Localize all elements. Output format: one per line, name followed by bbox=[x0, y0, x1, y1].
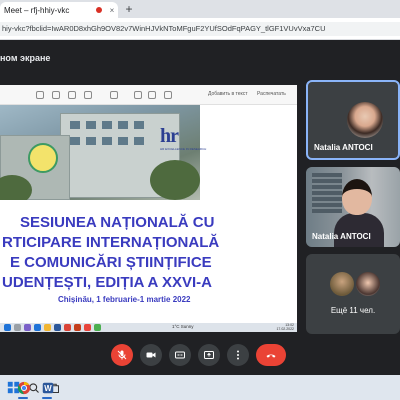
video-background-window bbox=[312, 173, 342, 213]
app-icon bbox=[94, 324, 101, 331]
building-window bbox=[86, 121, 96, 129]
leave-call-button[interactable] bbox=[256, 344, 286, 366]
chrome-icon bbox=[64, 324, 71, 331]
university-emblem-icon bbox=[28, 143, 58, 173]
print-label[interactable]: Распечатать bbox=[257, 91, 286, 97]
browser-tab-bar: Meet – rfj-hhiy-vkc × + bbox=[0, 0, 400, 18]
browser-tab-meet[interactable]: Meet – rfj-hhiy-vkc × bbox=[0, 2, 118, 18]
page-view-icon[interactable] bbox=[134, 91, 142, 99]
captions-button[interactable] bbox=[169, 344, 191, 366]
edge-icon bbox=[34, 324, 41, 331]
building-window bbox=[102, 121, 112, 129]
camera-icon bbox=[146, 352, 156, 358]
hr-logo-letters: hr bbox=[160, 125, 179, 147]
slide-title-line: E COMUNICĂRI ȘTIINȚIFICE bbox=[10, 254, 212, 271]
windows-start-icon bbox=[4, 324, 11, 331]
participant-avatar-mini bbox=[330, 272, 354, 296]
shared-screen-taskbar: 1°C Sunny 13:02 17.02.2022 bbox=[0, 323, 297, 332]
building-window bbox=[86, 137, 96, 145]
tab-title: Meet – rfj-hhiy-vkc bbox=[4, 5, 70, 15]
draw-text-label[interactable]: Добавить в текст bbox=[208, 91, 248, 97]
new-tab-button[interactable]: + bbox=[122, 2, 136, 16]
slide-title: SESIUNEA NAȚIONALĂ CU RTICIPARE INTERNAȚ… bbox=[0, 213, 240, 293]
zoom-tool-icon[interactable] bbox=[110, 91, 118, 99]
chrome-active-indicator bbox=[18, 397, 28, 399]
close-tab-icon[interactable]: × bbox=[106, 6, 118, 15]
eraser-tool-icon[interactable] bbox=[84, 91, 92, 99]
building-window bbox=[134, 137, 144, 145]
text-tool-icon[interactable] bbox=[68, 91, 76, 99]
present-screen-button[interactable] bbox=[198, 344, 220, 366]
presentation-banner: ном экране bbox=[0, 40, 400, 78]
hang-up-icon bbox=[266, 354, 276, 358]
chrome-app[interactable] bbox=[16, 380, 31, 395]
slide-title-line: SESIUNEA NAȚIONALĂ CU bbox=[20, 214, 215, 231]
pen-tool-icon[interactable] bbox=[36, 91, 44, 99]
more-participants-tile[interactable]: Ещё 11 чел. bbox=[306, 254, 400, 334]
presented-screen[interactable]: Добавить в текст Распечатать hr HR EXCEL… bbox=[0, 85, 297, 332]
video-person-face bbox=[342, 179, 372, 215]
url-field[interactable]: hiy-vkc?fbclid=IwAR0D8xhGh9OV82v7WinHJVk… bbox=[0, 22, 400, 36]
slide-title-line: RTICIPARE INTERNAȚIONALĂ bbox=[2, 234, 220, 251]
video-person-body bbox=[334, 213, 384, 247]
more-vert-icon bbox=[237, 350, 239, 360]
weather-text: 1°C Sunny bbox=[172, 324, 194, 329]
participant-name: Natalia ANTOCI bbox=[314, 143, 373, 152]
slide-date: Chișinău, 1 februarie-1 martie 2022 bbox=[58, 295, 191, 304]
explorer-icon bbox=[44, 324, 51, 331]
banner-text: ном экране bbox=[0, 53, 51, 63]
slide-content: hr HR EXCELLENCE IN RESEARCH SESIUNEA NA… bbox=[0, 105, 297, 323]
building-window bbox=[70, 137, 80, 145]
highlight-tool-icon[interactable] bbox=[52, 91, 60, 99]
search-icon bbox=[14, 324, 21, 331]
more-participants-label: Ещё 11 чел. bbox=[330, 306, 376, 315]
recording-indicator-icon bbox=[96, 7, 102, 13]
windows-taskbar: W bbox=[0, 375, 400, 400]
rotate-icon[interactable] bbox=[164, 91, 172, 99]
camera-button[interactable] bbox=[140, 344, 162, 366]
participant-avatar-mini bbox=[356, 272, 380, 296]
microphone-off-icon bbox=[117, 350, 127, 360]
svg-text:W: W bbox=[44, 384, 52, 393]
more-options-button[interactable] bbox=[227, 344, 249, 366]
word-icon[interactable]: W bbox=[40, 380, 55, 395]
powerpoint-icon bbox=[74, 324, 81, 331]
building-window bbox=[118, 121, 128, 129]
pdf-reader-icon bbox=[84, 324, 91, 331]
word-icon bbox=[54, 324, 61, 331]
shared-screen-clock: 13:02 17.02.2022 bbox=[262, 323, 294, 331]
participant-avatar bbox=[347, 102, 383, 138]
browser-address-bar: hiy-vkc?fbclid=IwAR0D8xhGh9OV82v7WinHJVk… bbox=[0, 18, 400, 40]
building-window bbox=[102, 137, 112, 145]
building-window bbox=[118, 137, 128, 145]
tree-shape bbox=[150, 160, 200, 200]
present-screen-icon bbox=[204, 351, 214, 359]
participant-tile[interactable]: Natalia ANTOCI bbox=[306, 80, 400, 160]
building-window bbox=[70, 121, 80, 129]
captions-icon bbox=[175, 351, 185, 359]
hr-logo: hr HR EXCELLENCE IN RESEARCH bbox=[160, 125, 206, 153]
word-active-indicator bbox=[42, 397, 52, 399]
participant-tile[interactable]: Natalia ANTOCI bbox=[306, 167, 400, 247]
slide-title-line: UDENȚEȘTI, EDIȚIA A XXVI-A bbox=[2, 274, 213, 291]
hr-logo-subtitle: HR EXCELLENCE IN RESEARCH bbox=[160, 147, 207, 151]
pdf-viewer-toolbar: Добавить в текст Распечатать bbox=[0, 85, 297, 105]
fit-page-icon[interactable] bbox=[148, 91, 156, 99]
building-window bbox=[134, 121, 144, 129]
shared-screen-date: 17.02.2022 bbox=[276, 327, 294, 331]
participant-name: Natalia ANTOCI bbox=[312, 232, 371, 241]
microphone-off-button[interactable] bbox=[111, 344, 133, 366]
task-view-icon bbox=[24, 324, 31, 331]
